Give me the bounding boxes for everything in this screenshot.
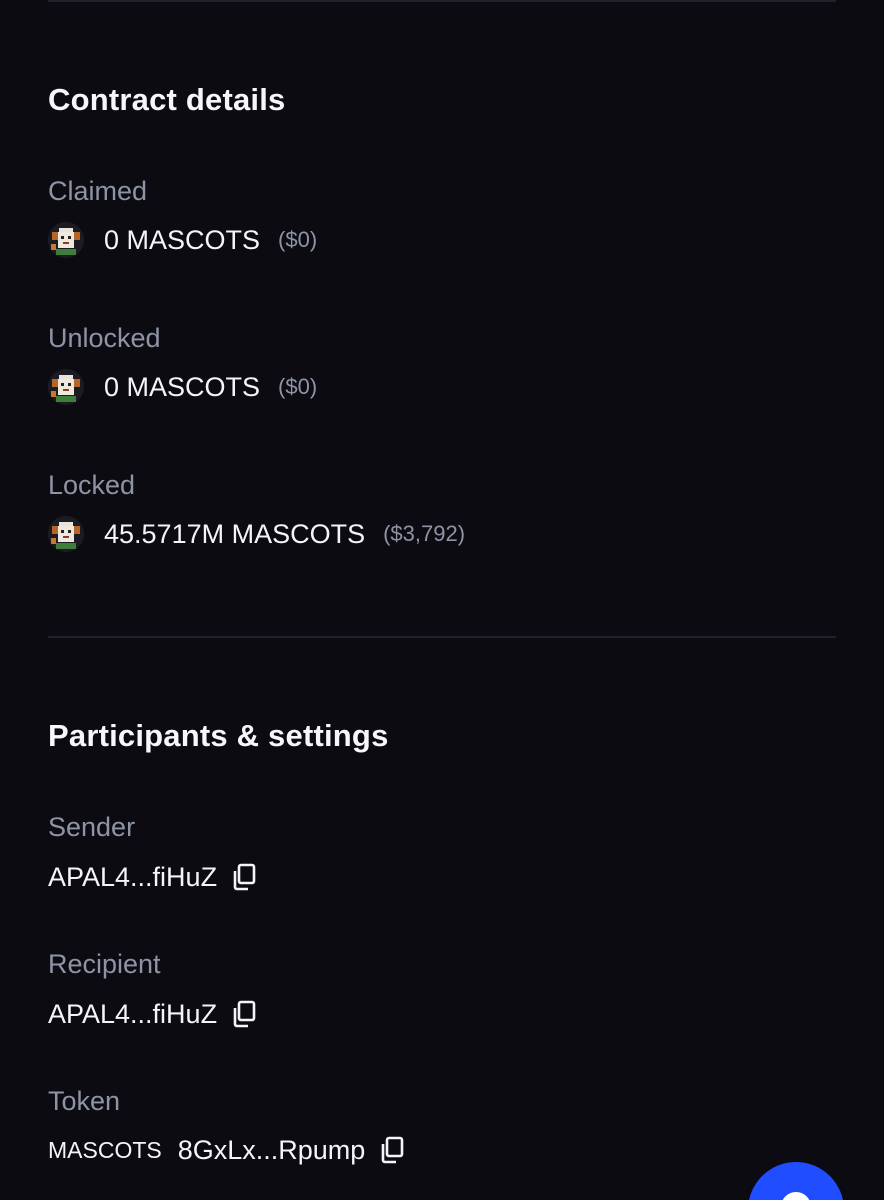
contract-details-title: Contract details [48,82,286,117]
token-row: MASCOTS 8GxLx...Rpump [48,1130,407,1170]
unlocked-label: Unlocked [48,323,161,353]
copy-icon [233,1000,256,1028]
copy-token-button[interactable] [377,1134,407,1166]
sender-label: Sender [48,812,136,842]
chat-fab-button[interactable] [748,1162,844,1200]
mascot-token-icon [48,222,84,258]
recipient-label: Recipient [48,949,161,979]
claimed-amount-row: 0 MASCOTS ($0) [48,220,317,260]
token-label: Token [48,1086,121,1116]
locked-amount: 45.5717M MASCOTS [104,518,366,549]
sender-row: APAL4...fiHuZ [48,857,259,897]
unlocked-amount: 0 MASCOTS [104,371,261,402]
copy-icon [382,1136,404,1164]
mascot-token-icon [48,369,84,405]
mascot-token-icon [48,516,84,552]
locked-amount-row: 45.5717M MASCOTS ($3,792) [48,514,465,554]
section-divider [48,636,836,638]
unlocked-usd-value: ($0) [278,374,318,399]
top-divider [48,0,836,2]
recipient-address: APAL4...fiHuZ [48,998,218,1029]
locked-label: Locked [48,470,136,500]
unlocked-amount-row: 0 MASCOTS ($0) [48,367,317,407]
copy-sender-button[interactable] [229,861,259,893]
contract-page: Contract details Claimed 0 MASCOTS ($0) … [0,0,884,1200]
claimed-usd-value: ($0) [278,227,318,252]
claimed-amount: 0 MASCOTS [104,224,261,255]
token-symbol: MASCOTS [48,1136,162,1163]
copy-recipient-button[interactable] [229,998,259,1030]
locked-usd-value: ($3,792) [383,521,466,546]
participants-settings-title: Participants & settings [48,718,389,753]
copy-icon [233,863,256,891]
recipient-row: APAL4...fiHuZ [48,994,259,1034]
sender-address: APAL4...fiHuZ [48,861,218,892]
chat-icon [781,1192,811,1200]
token-address: 8GxLx...Rpump [177,1134,366,1165]
claimed-label: Claimed [48,176,148,206]
